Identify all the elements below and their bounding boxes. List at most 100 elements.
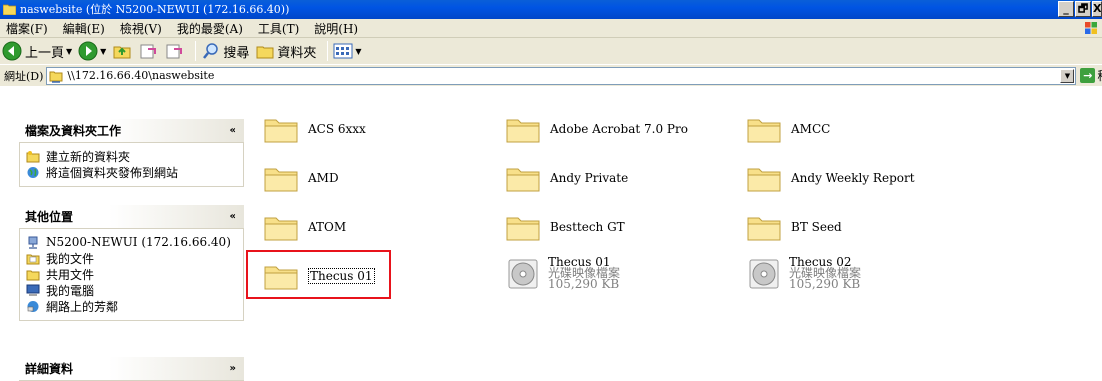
views-button[interactable]: ▼ — [333, 42, 362, 60]
place-my-documents[interactable]: 我的文件 — [26, 250, 243, 266]
toolbar-separator — [195, 41, 197, 61]
forward-dropdown-icon[interactable]: ▼ — [100, 47, 106, 56]
disc-image-icon — [508, 259, 538, 288]
folder-icon — [264, 164, 298, 192]
views-icon — [333, 43, 353, 59]
place-shared-documents[interactable]: 共用文件 — [26, 266, 243, 282]
folder-icon — [747, 115, 781, 143]
address-input[interactable]: \\172.16.66.40\naswebsite ▼ — [46, 66, 1077, 85]
folder-item[interactable]: Adobe Acrobat 7.0 Pro — [506, 115, 688, 143]
other-places-header[interactable]: 其他位置 « — [19, 205, 244, 229]
folder-icon — [506, 164, 540, 192]
folder-item[interactable]: Andy Private — [506, 164, 628, 192]
menu-tools[interactable]: 工具(T) — [258, 20, 299, 37]
go-button[interactable]: → 移至 — [1080, 67, 1102, 84]
up-folder-button[interactable] — [112, 41, 132, 61]
back-dropdown-icon[interactable]: ▼ — [66, 47, 72, 56]
search-button[interactable]: 搜尋 — [201, 41, 249, 61]
menu-favorites[interactable]: 我的最愛(A) — [177, 20, 243, 37]
disc-image-label: Thecus 01 光碟映像檔案 105,290 KB — [548, 256, 620, 290]
place-network[interactable]: 網路上的芳鄰 — [26, 298, 243, 314]
folder-name: Besttech GT — [550, 220, 625, 234]
task-publish-web[interactable]: 將這個資料夾發佈到網站 — [26, 164, 243, 180]
folder-item[interactable]: Andy Weekly Report — [747, 164, 915, 192]
close-button[interactable]: X — [1092, 1, 1102, 17]
network-folder-icon — [49, 71, 63, 83]
folder-item[interactable]: BT Seed — [747, 213, 842, 241]
move-to-button[interactable] — [138, 41, 158, 61]
go-label: 移至 — [1097, 67, 1102, 84]
title-bar: naswebsite (位於 N5200-NEWUI (172.16.66.40… — [0, 0, 1102, 19]
folder-item[interactable]: AMCC — [747, 115, 830, 143]
network-places-icon — [27, 300, 39, 312]
red-highlight-box — [246, 250, 391, 299]
collapse-icon[interactable]: « — [230, 125, 236, 136]
folder-item[interactable]: Besttech GT — [506, 213, 625, 241]
task-new-folder[interactable]: 建立新的資料夾 — [26, 148, 243, 164]
disc-image-label: Thecus 02 光碟映像檔案 105,290 KB — [789, 256, 861, 290]
back-arrow-icon — [2, 41, 22, 61]
task-new-folder-label: 建立新的資料夾 — [46, 149, 131, 164]
menu-bar: 檔案(F) 編輯(E) 檢視(V) 我的最愛(A) 工具(T) 說明(H) — [0, 19, 1102, 38]
folder-name: AMCC — [791, 122, 831, 136]
back-button[interactable]: 上一頁 ▼ — [2, 41, 72, 61]
windows-logo-icon — [1085, 22, 1097, 34]
place-nas-server-label: N5200-NEWUI (172.16.66.40) — [46, 235, 231, 249]
search-icon — [203, 43, 219, 59]
forward-arrow-icon — [78, 41, 98, 61]
menu-file[interactable]: 檔案(F) — [6, 20, 48, 37]
file-tasks-header[interactable]: 檔案及資料夾工作 « — [19, 119, 244, 143]
new-folder-icon — [26, 150, 40, 162]
file-tasks-title: 檔案及資料夾工作 — [25, 124, 122, 138]
folder-name: Adobe Acrobat 7.0 Pro — [550, 122, 688, 136]
file-tasks-body: 建立新的資料夾 將這個資料夾發佈到網站 — [19, 143, 244, 187]
folder-name: ACS 6xxx — [308, 122, 366, 136]
place-network-label: 網路上的芳鄰 — [46, 299, 119, 314]
details-panel: 詳細資料 » — [19, 357, 244, 381]
my-documents-icon — [26, 254, 40, 264]
folder-icon — [747, 213, 781, 241]
folder-icon — [264, 213, 298, 241]
place-my-computer-label: 我的電腦 — [46, 283, 95, 298]
address-dropdown-button[interactable]: ▼ — [1060, 68, 1075, 83]
window-title: naswebsite (位於 N5200-NEWUI (172.16.66.40… — [20, 3, 290, 16]
go-arrow-icon: → — [1080, 68, 1096, 83]
disc-image-icon — [749, 259, 779, 288]
search-label: 搜尋 — [223, 45, 250, 61]
place-my-computer[interactable]: 我的電腦 — [26, 282, 243, 298]
copy-to-button[interactable] — [164, 41, 184, 61]
folder-icon — [506, 115, 540, 143]
forward-button[interactable]: ▼ — [78, 41, 106, 61]
shared-documents-icon — [26, 270, 40, 280]
menu-view[interactable]: 檢視(V) — [120, 20, 162, 37]
task-publish-web-label: 將這個資料夾發佈到網站 — [46, 165, 179, 180]
disc-image-item[interactable]: Thecus 01 光碟映像檔案 105,290 KB — [506, 256, 620, 290]
back-label: 上一頁 — [25, 45, 65, 61]
folder-item[interactable]: ATOM — [264, 213, 346, 241]
folder-name: AMD — [308, 171, 339, 185]
move-to-icon — [140, 44, 157, 59]
minimize-button[interactable]: _ — [1058, 1, 1074, 17]
globe-icon — [27, 166, 39, 178]
views-dropdown-icon[interactable]: ▼ — [355, 47, 361, 56]
folder-icon — [264, 115, 298, 143]
other-places-panel: 其他位置 « N5200-NEWUI (172.16.66.40) 我的文件 共… — [19, 205, 244, 321]
address-bar: 網址(D) \\172.16.66.40\naswebsite ▼ → 移至 — [0, 64, 1102, 86]
folder-name: Andy Weekly Report — [791, 171, 915, 185]
folder-icon — [747, 164, 781, 192]
folder-name: Andy Private — [550, 171, 629, 185]
toolbar: 上一頁 ▼ ▼ 搜尋 資料夾 ▼ — [0, 38, 1102, 64]
folder-item[interactable]: AMD — [264, 164, 339, 192]
folder-item[interactable]: ACS 6xxx — [264, 115, 366, 143]
details-header[interactable]: 詳細資料 » — [19, 357, 244, 381]
address-value: \\172.16.66.40\naswebsite — [67, 69, 215, 82]
maximize-button[interactable]: 🗗 — [1075, 1, 1091, 17]
place-nas-server[interactable]: N5200-NEWUI (172.16.66.40) — [26, 234, 243, 250]
folder-name: BT Seed — [791, 220, 842, 234]
collapse-icon[interactable]: « — [230, 211, 236, 222]
disc-image-item[interactable]: Thecus 02 光碟映像檔案 105,290 KB — [747, 256, 861, 290]
menu-edit[interactable]: 編輯(E) — [63, 20, 105, 37]
menu-help[interactable]: 說明(H) — [314, 20, 358, 37]
other-places-title: 其他位置 — [25, 210, 74, 224]
folders-button[interactable]: 資料夾 — [255, 41, 316, 61]
